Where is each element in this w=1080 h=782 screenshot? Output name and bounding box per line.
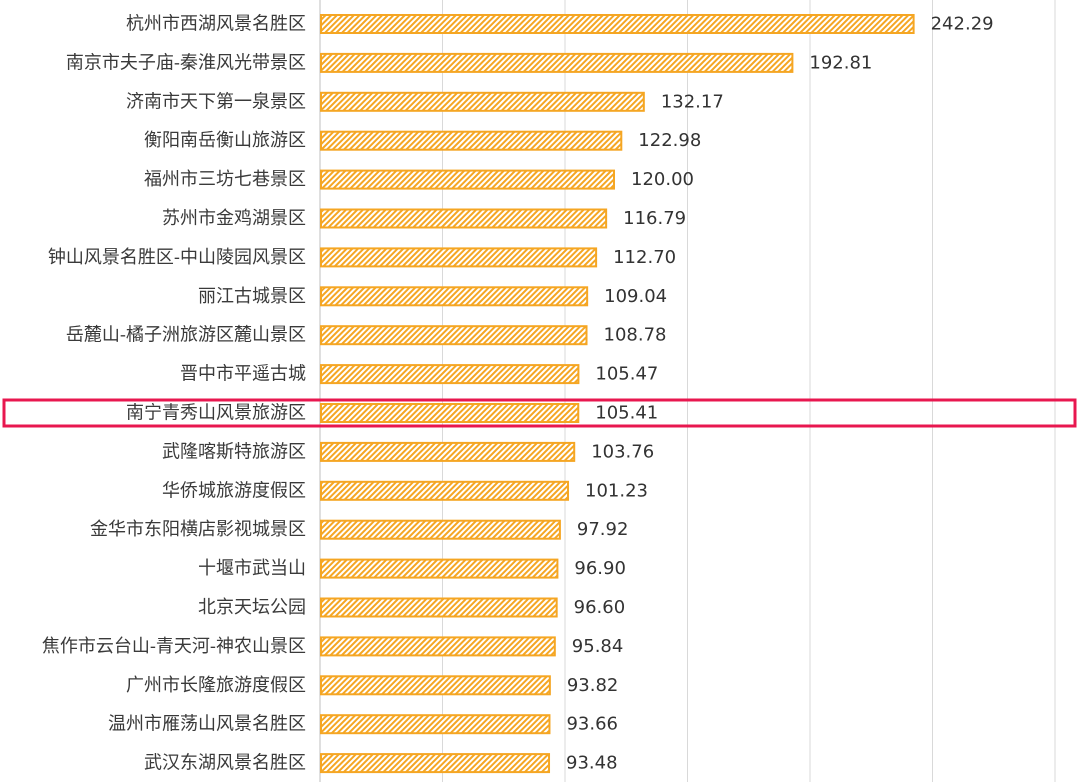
bar [320,403,580,423]
data-label: 96.90 [574,558,626,579]
bar [320,91,645,112]
bar [320,130,623,151]
data-label: 112.70 [613,247,676,268]
category-label: 钟山风景名胜区-中山陵园风景区 [48,247,306,268]
bar [320,364,580,385]
category-label: 苏州市金鸡湖景区 [162,208,306,229]
data-label: 132.17 [661,91,724,112]
bar [320,325,588,346]
data-label: 103.76 [591,441,654,462]
bar [320,480,570,501]
category-label: 南宁青秀山风景旅游区 [126,403,306,424]
data-label: 97.92 [577,519,629,540]
category-label: 焦作市云台山-青天河-神农山景区 [42,636,306,657]
data-label: 108.78 [604,325,667,346]
bars-group [320,14,915,774]
data-label: 120.00 [631,169,694,190]
category-label: 华侨城旅游度假区 [162,480,306,501]
value-labels: 242.29 192.81 132.17 122.98 120.00 116.79 112.… [566,14,994,774]
data-label: 116.79 [623,208,686,229]
category-label: 北京天坛公园 [198,597,306,618]
category-label: 济南市天下第一泉景区 [126,91,306,112]
bar [320,597,558,618]
data-label: 109.04 [604,286,667,307]
category-label: 温州市雁荡山风景名胜区 [108,714,306,735]
category-label: 武汉东湖风景名胜区 [144,753,306,774]
category-label: 福州市三坊七巷景区 [144,169,306,190]
bar [320,286,589,307]
bar [320,558,559,579]
bar [320,636,556,657]
data-label: 192.81 [809,52,872,73]
data-label: 122.98 [638,130,701,151]
bar [320,519,561,540]
category-label: 南京市夫子庙-秦淮风光带景区 [66,52,306,73]
category-label: 金华市东阳横店影视城景区 [90,519,306,540]
gridlines [319,0,1056,782]
bar [320,247,598,268]
bar-chart: 杭州市西湖风景名胜区南京市夫子庙-秦淮风光带景区济南市天下第一泉景区衡阳南岳衡山… [2,0,1077,782]
data-label: 105.47 [595,364,658,385]
bar [320,14,915,34]
bar [320,208,608,229]
data-label: 95.84 [572,636,624,657]
bar [320,52,794,73]
bar [320,169,615,190]
category-label: 丽江古城景区 [198,286,306,307]
bar [320,753,551,774]
category-label: 岳麓山-橘子洲旅游区麓山景区 [66,325,306,346]
bar [320,441,576,462]
data-label: 96.60 [574,597,626,618]
category-label: 杭州市西湖风景名胜区 [126,14,306,35]
data-label: 93.66 [566,714,618,735]
data-label: 105.41 [595,403,658,424]
category-labels: 杭州市西湖风景名胜区南京市夫子庙-秦淮风光带景区济南市天下第一泉景区衡阳南岳衡山… [42,14,306,774]
bar [320,675,551,696]
data-label: 242.29 [931,14,994,35]
data-label: 93.82 [567,675,619,696]
category-label: 衡阳南岳衡山旅游区 [144,130,306,151]
data-label: 93.48 [566,753,618,774]
category-label: 十堰市武当山 [198,558,306,579]
category-label: 武隆喀斯特旅游区 [162,441,306,462]
category-label: 晋中市平遥古城 [180,364,306,385]
data-label: 101.23 [585,480,648,501]
category-label: 广州市长隆旅游度假区 [126,675,306,696]
bar [320,714,551,735]
